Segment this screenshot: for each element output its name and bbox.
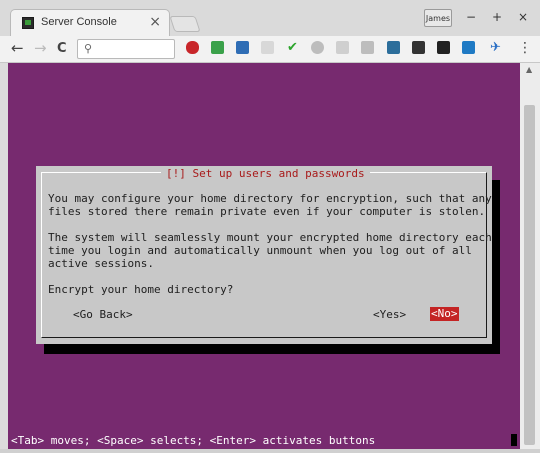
back-button[interactable]: ← [11, 39, 24, 57]
docs-icon[interactable] [412, 41, 425, 54]
dialog-message: You may configure your home directory fo… [48, 192, 492, 296]
setup-users-dialog: [!] Set up users and passwords You may c… [36, 166, 492, 344]
dropbox-icon[interactable] [211, 41, 224, 54]
scroll-up-icon[interactable]: ▲ [526, 65, 532, 74]
search-icon: ⚲ [84, 42, 93, 55]
tab-title: Server Console [41, 16, 117, 28]
browser-toolbar: ← → C ⚲ ✔ ✈ ⋮ [0, 36, 540, 63]
puzzle-icon[interactable] [261, 41, 274, 54]
minimize-button[interactable]: − [466, 10, 476, 24]
chart-icon[interactable] [336, 41, 349, 54]
tab-server-console[interactable]: Server Console × [10, 9, 170, 36]
profile-button[interactable]: James [424, 9, 452, 27]
terminal-favicon-icon [22, 17, 34, 29]
terminal-cursor [511, 434, 517, 446]
forward-button[interactable]: → [34, 39, 47, 57]
status-hint: <Tab> moves; <Space> selects; <Enter> ac… [11, 434, 376, 447]
screen-icon[interactable] [387, 41, 400, 54]
close-window-button[interactable]: × [518, 10, 528, 24]
ublock-icon[interactable] [186, 41, 199, 54]
reload-button[interactable]: C [57, 41, 67, 56]
stack-icon[interactable] [236, 41, 249, 54]
maximize-button[interactable]: + [492, 10, 502, 24]
clock-icon[interactable] [311, 41, 324, 54]
menu-icon[interactable]: ⋮ [518, 40, 532, 56]
dialog-title: [!] Set up users and passwords [161, 167, 370, 180]
scrollbar[interactable]: ▲ [520, 63, 540, 449]
new-tab-button[interactable] [169, 16, 201, 32]
window-left-edge [0, 63, 8, 449]
window-bottom-edge [0, 449, 540, 453]
no-button[interactable]: <No> [430, 307, 459, 321]
yes-button[interactable]: <Yes> [373, 308, 406, 321]
s-icon[interactable] [462, 41, 475, 54]
plane-icon[interactable]: ✈ [489, 41, 502, 54]
scroll-thumb[interactable] [524, 105, 535, 445]
check-icon[interactable]: ✔ [286, 41, 299, 54]
go-back-button[interactable]: <Go Back> [73, 308, 133, 321]
book-icon[interactable] [361, 41, 374, 54]
title-bar: Server Console × James − + × [0, 0, 540, 36]
calendar-icon[interactable] [437, 41, 450, 54]
address-bar[interactable]: ⚲ [77, 39, 175, 59]
tab-close-icon[interactable]: × [149, 14, 161, 30]
